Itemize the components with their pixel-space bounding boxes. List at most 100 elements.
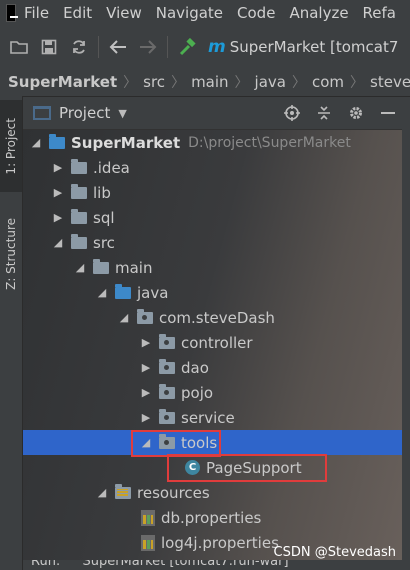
tree-node-label: dao: [181, 358, 209, 377]
breadcrumb-separator: 〉: [291, 75, 306, 91]
run-configuration-label: SuperMarket [tomcat7: [229, 38, 399, 56]
gear-icon[interactable]: [346, 103, 366, 123]
folder-icon: [71, 208, 87, 224]
chevron-down-icon[interactable]: ◢: [95, 286, 109, 299]
menu-view[interactable]: View: [106, 4, 142, 22]
chevron-down-icon[interactable]: ◢: [51, 236, 65, 249]
build-hammer-icon[interactable]: [176, 36, 198, 58]
breadcrumb-item[interactable]: steveDash: [370, 73, 410, 91]
tree-node-package[interactable]: ◢ com.steveDash: [23, 305, 410, 330]
chevron-down-icon[interactable]: ◢: [73, 261, 87, 274]
menu-navigate[interactable]: Navigate: [156, 4, 223, 22]
chevron-right-icon[interactable]: ▶: [139, 361, 153, 374]
tab-structure-tool[interactable]: Z: Structure: [0, 204, 22, 304]
chevron-right-icon[interactable]: ▶: [51, 186, 65, 199]
tree-node-label: controller: [181, 333, 253, 352]
folder-icon: [71, 158, 87, 174]
chevron-down-icon[interactable]: ▼: [118, 107, 126, 120]
tree-node-controller[interactable]: ▶ controller: [23, 330, 410, 355]
project-panel-header: Project ▼: [23, 97, 410, 130]
locate-target-icon[interactable]: [282, 103, 302, 123]
breadcrumb-item[interactable]: SuperMarket: [8, 73, 117, 91]
package-icon: [159, 408, 175, 424]
menu-edit[interactable]: Edit: [63, 4, 92, 22]
tab-project-tool[interactable]: 1: Project: [0, 100, 22, 192]
intellij-logo-icon: [6, 4, 18, 22]
chevron-right-icon[interactable]: ▶: [139, 336, 153, 349]
tree-node-label: lib: [93, 183, 111, 202]
chevron-down-icon[interactable]: ◢: [95, 486, 109, 499]
tree-node-service[interactable]: ▶ service: [23, 405, 410, 430]
resources-folder-icon: [115, 483, 131, 499]
menu-file[interactable]: File: [24, 4, 49, 22]
breadcrumb-separator: 〉: [123, 75, 138, 91]
breadcrumb-item[interactable]: java: [255, 73, 286, 91]
highlight-box-pagesupport: [167, 454, 327, 482]
source-folder-icon: [115, 283, 131, 299]
chevron-down-icon[interactable]: ◢: [117, 311, 131, 324]
tree-node-label: db.properties: [161, 508, 262, 527]
folder-icon: [71, 233, 87, 249]
breadcrumb-item[interactable]: src: [143, 73, 165, 91]
package-icon: [137, 308, 153, 324]
tree-node-label: log4j.properties: [161, 533, 279, 552]
tree-node-java[interactable]: ◢ java: [23, 280, 410, 305]
menu-analyze[interactable]: Analyze: [289, 4, 348, 22]
breadcrumb-item[interactable]: com: [312, 73, 344, 91]
run-configuration-selector[interactable]: m SuperMarket [tomcat7: [208, 34, 398, 60]
tab-project-label: 1: Project: [4, 117, 18, 175]
tree-node-dao[interactable]: ▶ dao: [23, 355, 410, 380]
tree-node-label: com.steveDash: [159, 308, 275, 327]
package-icon: [159, 333, 175, 349]
chevron-right-icon[interactable]: ▶: [139, 386, 153, 399]
run-target-label: SuperMarket [tomcat7:run-war]: [82, 560, 289, 569]
tree-node-idea[interactable]: ▶ .idea: [23, 155, 410, 180]
tree-node-main[interactable]: ◢ main: [23, 255, 410, 280]
tree-node-sql[interactable]: ▶ sql: [23, 205, 410, 230]
main-toolbar: m SuperMarket [tomcat7: [0, 26, 410, 69]
run-label: Run:: [31, 560, 61, 569]
sync-icon[interactable]: [68, 36, 90, 58]
chevron-right-icon[interactable]: ▶: [51, 211, 65, 224]
chevron-right-icon[interactable]: ▶: [51, 161, 65, 174]
project-path: D:\project\SuperMarket: [188, 134, 351, 151]
tree-node-src[interactable]: ◢ src: [23, 230, 410, 255]
tree-node-label: resources: [137, 483, 210, 502]
tree-node-label: src: [93, 233, 115, 252]
breadcrumb-separator: 〉: [234, 75, 249, 91]
tree-node-label: main: [115, 258, 153, 277]
save-icon[interactable]: [38, 36, 60, 58]
breadcrumb: SuperMarket 〉 src 〉 main 〉 java 〉 com 〉 …: [0, 68, 410, 97]
toolbar-divider: [167, 36, 168, 58]
tree-node-db-properties[interactable]: db.properties: [23, 505, 410, 530]
highlight-box-tools: [131, 430, 221, 457]
run-tool-bar: Run: SuperMarket [tomcat7:run-war]: [23, 560, 410, 570]
chevron-right-icon[interactable]: ▶: [139, 411, 153, 424]
menu-bar: File Edit View Navigate Code Analyze Ref…: [0, 0, 410, 26]
chevron-down-icon[interactable]: ◢: [29, 136, 43, 149]
properties-file-icon: [141, 534, 155, 551]
tree-node-root[interactable]: ◢ SuperMarket D:\project\SuperMarket: [23, 130, 410, 155]
breadcrumb-item[interactable]: main: [191, 73, 228, 91]
tab-structure-label: Z: Structure: [4, 218, 18, 290]
tree-node-resources[interactable]: ◢ resources: [23, 480, 410, 505]
tree-node-label: java: [137, 283, 169, 302]
watermark: CSDN @Stevedash: [273, 545, 396, 560]
open-folder-icon[interactable]: [8, 36, 30, 58]
tree-node-lib[interactable]: ▶ lib: [23, 180, 410, 205]
right-panel-edge: [402, 97, 410, 570]
tree-node-label: .idea: [93, 158, 130, 177]
maven-icon: m: [208, 37, 226, 57]
run-tool-label[interactable]: Run: SuperMarket [tomcat7:run-war]: [31, 560, 289, 569]
forward-arrow-icon[interactable]: [137, 36, 159, 58]
minimize-icon[interactable]: [378, 103, 398, 123]
project-panel-title[interactable]: Project: [59, 104, 110, 122]
back-arrow-icon[interactable]: [107, 36, 129, 58]
collapse-all-icon[interactable]: [314, 103, 334, 123]
package-icon: [159, 383, 175, 399]
properties-file-icon: [141, 509, 155, 526]
tree-node-pojo[interactable]: ▶ pojo: [23, 380, 410, 405]
breadcrumb-separator: 〉: [350, 75, 365, 91]
menu-refactor[interactable]: Refa: [363, 4, 396, 22]
menu-code[interactable]: Code: [237, 4, 275, 22]
